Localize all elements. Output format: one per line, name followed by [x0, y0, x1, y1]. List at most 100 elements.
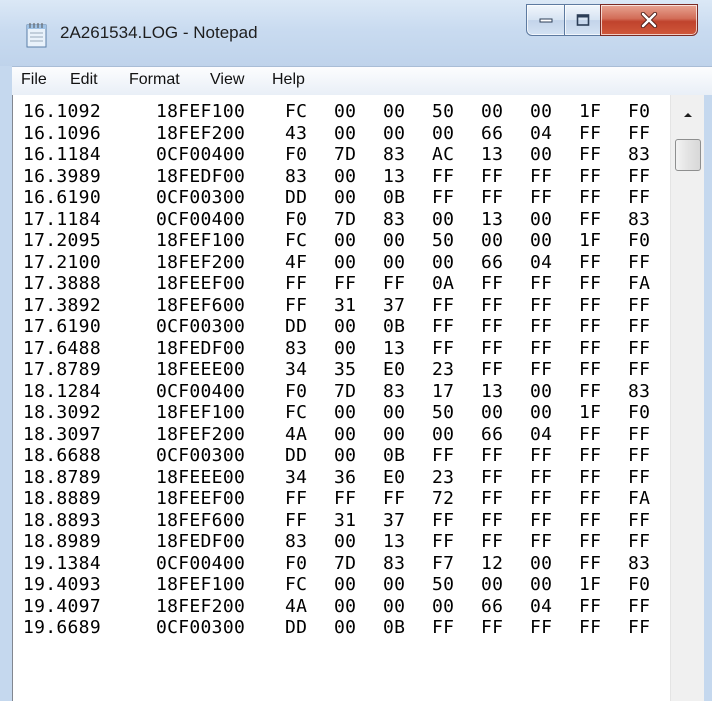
- log-timestamp: 18.8989: [23, 531, 101, 552]
- log-byte: 50: [432, 101, 455, 122]
- text-editor[interactable]: 16.1092 18FEF100 FC 00 00 50 00 00 1F F0 16.1096 18…: [23, 101, 673, 701]
- log-byte: FF: [530, 294, 553, 316]
- window-border: [704, 95, 712, 701]
- log-byte: 0A: [432, 273, 455, 294]
- log-byte: FF: [481, 466, 504, 488]
- log-byte: FF: [383, 488, 406, 509]
- log-byte: 34: [285, 359, 308, 380]
- vertical-scrollbar[interactable]: [670, 95, 705, 701]
- log-byte: FF: [530, 337, 553, 359]
- log-byte: DD: [285, 187, 308, 208]
- log-line: 18.8789 18FEEE00 34 36 E0 23 FF FF FF FF: [23, 467, 673, 489]
- log-byte: 00: [334, 230, 357, 251]
- log-timestamp: 19.6689: [23, 617, 101, 638]
- notepad-icon[interactable]: [26, 22, 48, 48]
- log-byte: FF: [481, 531, 504, 552]
- log-byte: 00: [334, 595, 357, 617]
- log-timestamp: 16.6190: [23, 187, 101, 208]
- log-can-id: 18FEDF00: [156, 337, 246, 359]
- log-byte: FF: [530, 445, 553, 466]
- log-timestamp: 18.6688: [23, 445, 101, 466]
- log-byte: 4A: [285, 423, 308, 445]
- log-byte: 34: [285, 466, 308, 488]
- log-byte: FF: [628, 509, 651, 531]
- log-byte: 00: [530, 101, 553, 122]
- log-byte: 00: [432, 423, 455, 445]
- minimize-button[interactable]: [526, 4, 566, 36]
- log-can-id: 18FEEE00: [156, 466, 246, 488]
- menu-edit[interactable]: Edit: [70, 71, 98, 89]
- scroll-up-arrow-icon[interactable]: [679, 106, 697, 124]
- log-byte: FF: [628, 122, 651, 144]
- close-button[interactable]: [600, 4, 698, 36]
- log-byte: FF: [628, 466, 651, 488]
- log-byte: 13: [481, 208, 504, 230]
- log-byte: FF: [628, 294, 651, 316]
- log-byte: 83: [628, 552, 651, 574]
- log-byte: 35: [334, 359, 357, 380]
- log-byte: 50: [432, 230, 455, 251]
- log-byte: 00: [334, 101, 357, 122]
- log-byte: F7: [432, 552, 455, 574]
- log-byte: 1F: [579, 402, 602, 423]
- log-byte: FF: [481, 509, 504, 531]
- log-byte: FF: [579, 122, 602, 144]
- menu-file[interactable]: File: [21, 71, 47, 89]
- log-byte: 00: [383, 574, 406, 595]
- maximize-button[interactable]: [564, 4, 602, 36]
- log-can-id: 18FEEE00: [156, 359, 246, 380]
- log-byte: 13: [383, 531, 406, 552]
- log-byte: 00: [334, 402, 357, 423]
- log-byte: FF: [579, 187, 602, 208]
- log-byte: FF: [481, 273, 504, 294]
- log-byte: 66: [481, 251, 504, 273]
- log-byte: FF: [530, 466, 553, 488]
- log-byte: FF: [432, 531, 455, 552]
- log-byte: F0: [285, 552, 308, 574]
- log-byte: 83: [628, 144, 651, 165]
- log-line: 16.1096 18FEF200 43 00 00 00 66 04 FF FF: [23, 123, 673, 145]
- log-timestamp: 16.1184: [23, 144, 101, 165]
- log-timestamp: 19.1384: [23, 552, 101, 574]
- scrollbar-thumb[interactable]: [675, 139, 701, 171]
- log-can-id: 18FEDF00: [156, 531, 246, 552]
- log-byte: 00: [334, 617, 357, 638]
- log-byte: FF: [481, 165, 504, 187]
- log-byte: DD: [285, 617, 308, 638]
- log-byte: FF: [530, 617, 553, 638]
- log-line: 17.6488 18FEDF00 83 00 13 FF FF FF FF FF: [23, 338, 673, 360]
- log-byte: FF: [579, 208, 602, 230]
- log-byte: FF: [628, 445, 651, 466]
- log-byte: 83: [383, 552, 406, 574]
- log-byte: 00: [481, 574, 504, 595]
- menu-help[interactable]: Help: [272, 71, 305, 89]
- title-bar[interactable]: 2A261534.LOG - Notepad: [0, 0, 712, 66]
- log-line: 17.1184 0CF00400 F0 7D 83 00 13 00 FF 83: [23, 209, 673, 231]
- log-byte: FC: [285, 574, 308, 595]
- log-byte: F0: [628, 574, 651, 595]
- log-byte: FF: [628, 617, 651, 638]
- log-byte: 00: [530, 402, 553, 423]
- menu-view[interactable]: View: [210, 71, 244, 89]
- log-byte: FF: [579, 488, 602, 509]
- log-byte: FF: [481, 488, 504, 509]
- log-byte: FF: [481, 187, 504, 208]
- log-byte: FF: [579, 509, 602, 531]
- log-byte: FF: [579, 316, 602, 337]
- log-byte: 13: [481, 144, 504, 165]
- log-byte: 83: [383, 144, 406, 165]
- log-can-id: 0CF00400: [156, 552, 246, 574]
- log-byte: 17: [432, 380, 455, 402]
- log-byte: FF: [285, 509, 308, 531]
- close-icon: [640, 12, 658, 28]
- log-line: 18.8989 18FEDF00 83 00 13 FF FF FF FF FF: [23, 531, 673, 553]
- log-byte: 00: [432, 122, 455, 144]
- log-byte: FF: [628, 423, 651, 445]
- log-timestamp: 18.3097: [23, 423, 101, 445]
- menu-format[interactable]: Format: [129, 71, 180, 89]
- log-line: 17.2095 18FEF100 FC 00 00 50 00 00 1F F0: [23, 230, 673, 252]
- log-byte: 0B: [383, 316, 406, 337]
- log-byte: FF: [579, 595, 602, 617]
- log-byte: FF: [481, 337, 504, 359]
- log-byte: FF: [579, 165, 602, 187]
